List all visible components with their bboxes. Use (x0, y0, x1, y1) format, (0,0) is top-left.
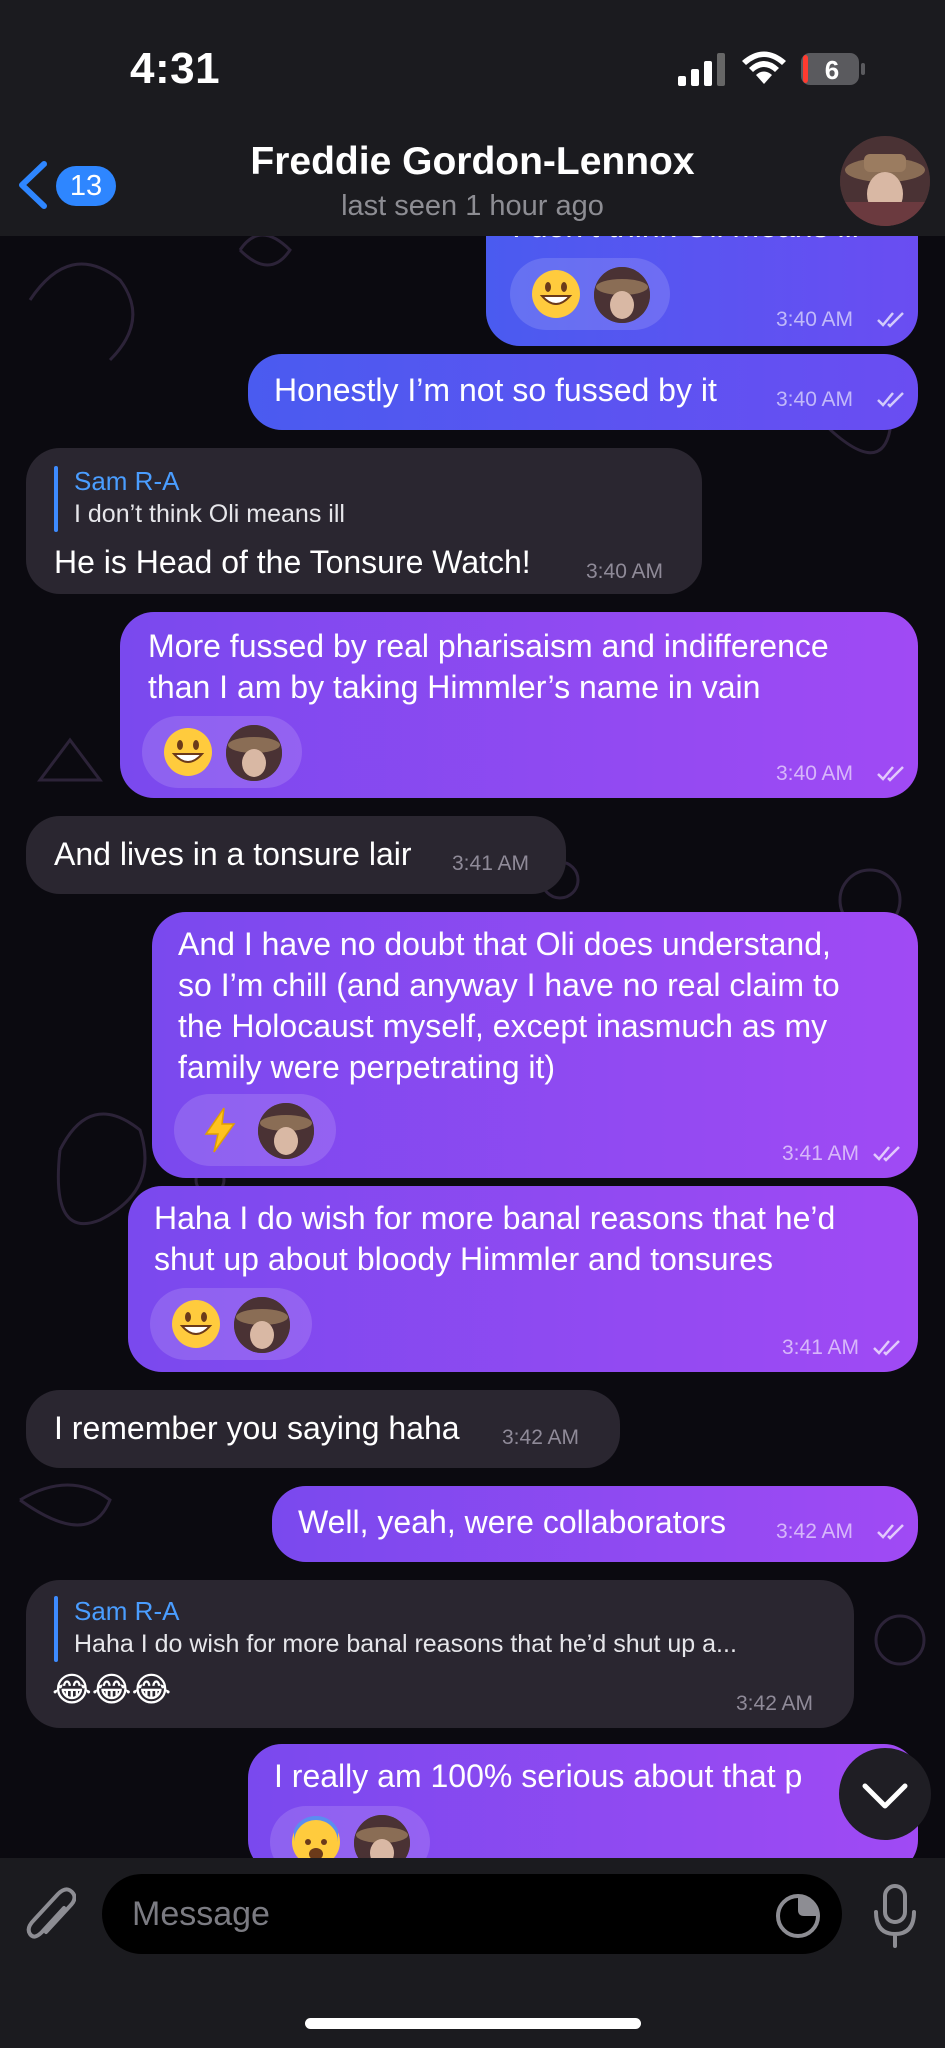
message-bubble-outgoing[interactable]: And I have no doubt that Oli does unders… (152, 912, 918, 1178)
message-time: 3:42 AM (736, 1692, 814, 1715)
reply-quote-bar (54, 1596, 58, 1662)
message-time: 3:40 AM (586, 560, 664, 583)
contact-name[interactable]: Freddie Gordon-Lennox (0, 140, 945, 184)
message-bubble-outgoing[interactable]: More fussed by real pharisaism and indif… (120, 612, 918, 798)
message-text: He is Head of the Tonsure Watch! (54, 544, 531, 580)
message-bubble-incoming[interactable]: I remember you saying haha 3:42 AM (26, 1390, 620, 1468)
paperclip-icon[interactable] (24, 1886, 76, 1948)
message-bubble-outgoing[interactable]: Haha I do wish for more banal reasons th… (128, 1186, 918, 1372)
reaction-pill[interactable] (510, 258, 670, 330)
home-indicator (305, 2018, 641, 2029)
cellular-signal-icon (678, 53, 725, 86)
chevron-down-icon (862, 1783, 908, 1809)
reply-snippet: Haha I do wish for more banal reasons th… (74, 1630, 737, 1658)
reaction-pill[interactable] (142, 716, 302, 788)
read-receipt-icon (877, 312, 904, 328)
read-receipt-icon (877, 1524, 904, 1540)
message-input[interactable] (102, 1874, 842, 1954)
message-bubble-outgoing[interactable]: Honestly I’m not so fussed by it 3:40 AM (248, 354, 918, 430)
message-text: More fussed by real pharisaism and indif… (148, 628, 829, 664)
message-text: than I am by taking Himmler’s name in va… (148, 669, 761, 705)
reactor-avatar (234, 1297, 290, 1353)
message-text: I really am 100% serious about that p (274, 1758, 803, 1794)
message-text: so I’m chill (and anyway I have no real … (178, 967, 840, 1003)
message-text: the Holocaust myself, except inasmuch as… (178, 1008, 828, 1044)
message-time: 3:41 AM (782, 1142, 860, 1165)
reaction-pill[interactable] (174, 1094, 336, 1166)
message-text: Haha I do wish for more banal reasons th… (154, 1200, 836, 1236)
message-time: 3:41 AM (452, 852, 530, 875)
reply-quote-bar (54, 466, 58, 532)
reactor-avatar (226, 725, 282, 781)
chat-header: 13 Freddie Gordon-Lennox last seen 1 hou… (0, 130, 945, 236)
grinning-face-emoji-icon (532, 270, 580, 318)
wifi-icon (742, 51, 786, 84)
read-receipt-icon (873, 1340, 900, 1356)
reactor-avatar (258, 1103, 314, 1159)
battery-level: 6 (824, 55, 840, 85)
microphone-icon[interactable] (870, 1882, 920, 1950)
message-bubble-outgoing[interactable]: Well, yeah, were collaborators 3:42 AM (272, 1486, 918, 1562)
status-bar: 4:31 6 (0, 0, 945, 130)
status-time: 4:31 (130, 44, 221, 93)
message-time: 3:40 AM (776, 308, 854, 331)
grinning-face-emoji-icon (164, 728, 212, 776)
message-text: shut up about bloody Himmler and tonsure… (154, 1241, 774, 1277)
message-bubble-incoming[interactable]: Sam R-A Haha I do wish for more banal re… (26, 1580, 854, 1728)
reaction-pill[interactable] (150, 1288, 312, 1360)
read-receipt-icon (877, 392, 904, 408)
message-text: And I have no doubt that Oli does unders… (178, 926, 831, 962)
reply-author: Sam R-A (74, 466, 180, 496)
message-time: 3:42 AM (502, 1426, 580, 1449)
contact-avatar[interactable] (840, 136, 930, 226)
message-text: 😂😂😂 (52, 1671, 172, 1709)
message-text: Well, yeah, were collaborators (298, 1504, 727, 1540)
lightning-emoji-icon (204, 1107, 236, 1153)
scroll-to-bottom-button[interactable] (839, 1748, 931, 1840)
message-text: family were perpetrating it) (178, 1049, 556, 1085)
message-time: 3:41 AM (782, 1336, 860, 1359)
message-time: 3:42 AM (776, 1520, 854, 1543)
message-text: I remember you saying haha (54, 1410, 460, 1446)
reply-snippet: I don’t think Oli means ill (74, 500, 345, 528)
message-bubble-incoming[interactable]: Sam R-A I don’t think Oli means ill He i… (26, 448, 702, 594)
read-receipt-icon (873, 1146, 900, 1162)
last-seen-status: last seen 1 hour ago (341, 190, 604, 222)
message-text: Honestly I’m not so fussed by it (274, 372, 717, 408)
grinning-face-emoji-icon (172, 1300, 220, 1348)
message-bubble-outgoing[interactable]: I really am 100% serious about that p (248, 1744, 918, 1874)
message-time: 3:40 AM (776, 762, 854, 785)
message-composer (0, 1858, 945, 2048)
reply-author: Sam R-A (74, 1596, 180, 1626)
read-receipt-icon (877, 766, 904, 782)
message-bubble-incoming[interactable]: And lives in a tonsure lair 3:41 AM (26, 816, 566, 894)
message-text: And lives in a tonsure lair (54, 836, 412, 872)
sticker-icon[interactable] (774, 1892, 822, 1940)
message-time: 3:40 AM (776, 388, 854, 411)
reactor-avatar (594, 267, 650, 323)
